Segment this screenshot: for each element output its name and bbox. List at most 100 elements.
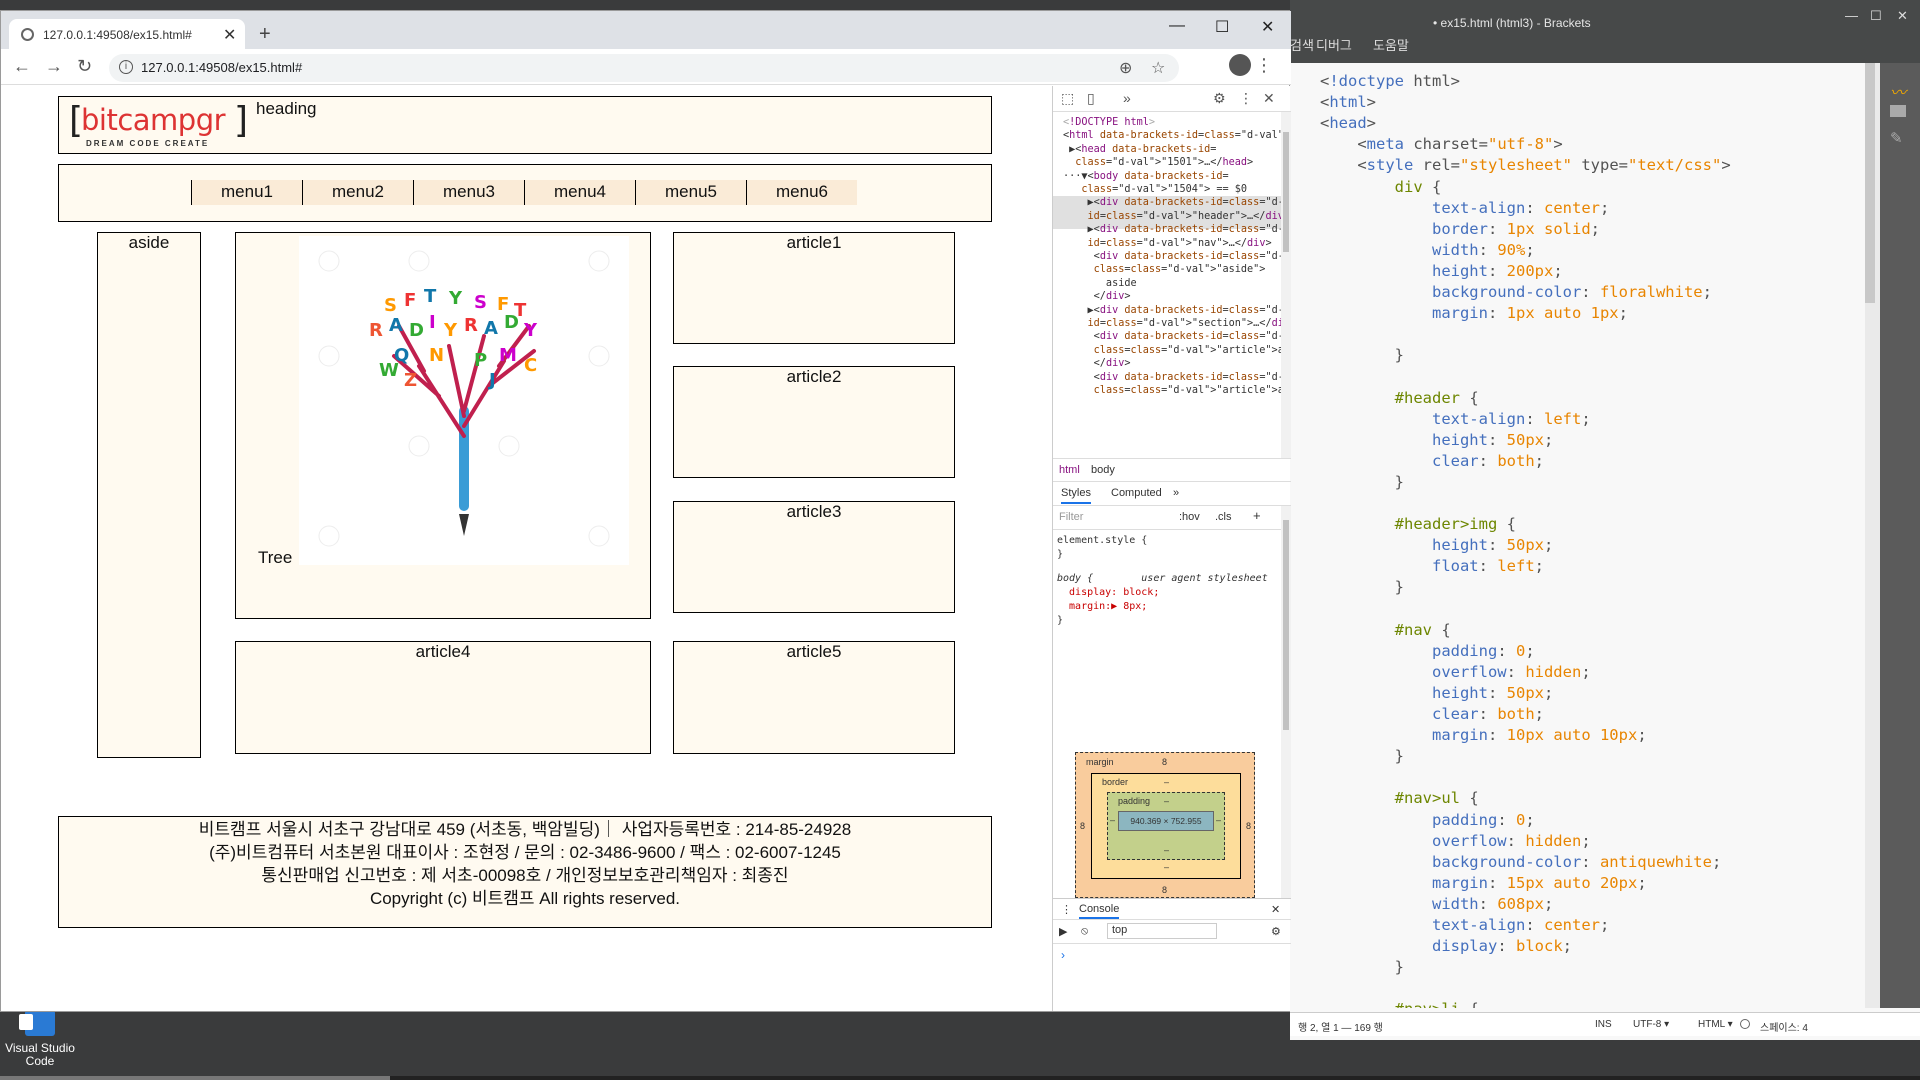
- brackets-statusbar: 행 2, 열 1 — 169 행 INS UTF-8 ▾ HTML ▾ 스페이스…: [1290, 1012, 1920, 1036]
- code-line: #nav>li {: [1320, 999, 1479, 1008]
- sidebar-toggle-icon[interactable]: ▶: [1059, 925, 1067, 938]
- drawer-menu-icon[interactable]: ⋮: [1061, 903, 1072, 916]
- article-2: article2: [673, 366, 955, 478]
- context-select[interactable]: top: [1107, 923, 1217, 939]
- code-line: padding: 0;: [1431, 810, 1535, 829]
- back-button[interactable]: ←: [13, 56, 31, 77]
- code-line: #header>img {: [1394, 515, 1516, 534]
- tab-strip: 127.0.0.1:49508/ex15.html# ✕ + — ☐ ✕: [1, 11, 1291, 49]
- menu-item-1[interactable]: menu1: [191, 180, 302, 205]
- inspect-icon[interactable]: ⬚: [1061, 90, 1074, 107]
- minimize-icon[interactable]: —: [1845, 8, 1858, 23]
- code-line: text-align: left;: [1431, 409, 1591, 428]
- new-tab-button[interactable]: +: [259, 23, 271, 46]
- code-line: background-color: floralwhite;: [1431, 283, 1712, 301]
- linter-icon[interactable]: [1740, 1019, 1750, 1029]
- dom-node-line[interactable]: class=class="d-val">"article">article2: [1063, 383, 1281, 400]
- console-prompt[interactable]: ›: [1061, 948, 1065, 962]
- url-text: 127.0.0.1:49508/ex15.html#: [141, 60, 303, 75]
- svg-text:S: S: [384, 295, 397, 316]
- svg-text:I: I: [429, 312, 436, 333]
- forward-button[interactable]: →: [45, 56, 63, 77]
- devtools-menu-icon[interactable]: ⋮: [1239, 90, 1253, 107]
- maximize-button[interactable]: ☐: [1215, 17, 1229, 37]
- page-viewport: [ bitcampgr ] DREAM CODE CREATE heading …: [1, 86, 1051, 1011]
- elements-scrollbar[interactable]: [1281, 112, 1291, 458]
- menu-item-3[interactable]: menu3: [413, 180, 524, 205]
- vscode-desktop-icon[interactable]: Visual Studio Code: [0, 1010, 80, 1068]
- console-tab[interactable]: Console: [1079, 903, 1120, 919]
- svg-text:Z: Z: [404, 370, 417, 391]
- tab-computed[interactable]: Computed: [1111, 487, 1162, 499]
- menu-item-6[interactable]: menu6: [746, 180, 857, 205]
- devtools-close-icon[interactable]: ✕: [1263, 90, 1275, 107]
- menu-item-2[interactable]: menu2: [302, 180, 413, 205]
- bitcamp-logo: [ bitcampgr ] DREAM CODE CREATE: [69, 100, 249, 149]
- chrome-menu-icon[interactable]: ⋮: [1255, 55, 1273, 76]
- filter-input[interactable]: Filter: [1059, 511, 1083, 523]
- bookmark-star-icon[interactable]: ☆: [1151, 58, 1165, 78]
- code-line: height: 50px;: [1431, 536, 1554, 555]
- brackets-title: • ex15.html (html3) - Brackets: [1433, 16, 1591, 30]
- menu-search[interactable]: 검색: [1290, 35, 1314, 54]
- menu-debug[interactable]: 디버그: [1316, 35, 1352, 54]
- reload-button[interactable]: ↻: [77, 56, 92, 77]
- cls-button[interactable]: .cls: [1215, 511, 1232, 523]
- article-3-label: article3: [786, 502, 842, 521]
- settings-gear-icon[interactable]: ⚙: [1213, 90, 1226, 107]
- more-panels-icon[interactable]: »: [1123, 90, 1131, 106]
- language-select[interactable]: HTML ▾: [1698, 1019, 1733, 1030]
- live-preview-icon[interactable]: 〰: [1890, 79, 1908, 102]
- code-editor[interactable]: <!doctype html> <html> <head> <meta charse…: [1290, 63, 1865, 1008]
- extension-manager-icon[interactable]: [1890, 105, 1906, 117]
- styles-scrollbar[interactable]: [1281, 506, 1291, 898]
- code-line: margin: 10px auto 10px;: [1431, 726, 1647, 745]
- code-line: }: [1320, 346, 1404, 365]
- address-bar[interactable]: i 127.0.0.1:49508/ex15.html# ⊕ ☆: [109, 54, 1179, 82]
- code-line: width: 90%;: [1431, 240, 1535, 259]
- styles-tabs: Styles Computed »: [1053, 482, 1291, 506]
- device-toggle-icon[interactable]: ▯: [1087, 90, 1095, 107]
- tab-more[interactable]: »: [1173, 487, 1179, 499]
- clear-console-icon[interactable]: ⦸: [1081, 925, 1088, 938]
- console-settings-icon[interactable]: ⚙: [1271, 925, 1281, 938]
- close-icon[interactable]: ✕: [1897, 8, 1908, 24]
- menu-item-4[interactable]: menu4: [524, 180, 635, 205]
- svg-text:A: A: [484, 318, 498, 339]
- code-line: width: 608px;: [1431, 894, 1554, 913]
- maximize-icon[interactable]: ☐: [1870, 8, 1882, 24]
- code-line: <!doctype html>: [1320, 72, 1460, 90]
- code-line: text-align: center;: [1431, 198, 1610, 217]
- menu-item-5[interactable]: menu5: [635, 180, 746, 205]
- crumb-html[interactable]: html: [1059, 464, 1080, 476]
- browser-tab[interactable]: 127.0.0.1:49508/ex15.html# ✕: [9, 19, 245, 49]
- code-line: display: block;: [1431, 937, 1572, 956]
- encoding-select[interactable]: UTF-8 ▾: [1633, 1019, 1669, 1030]
- styles-pane[interactable]: element.style {} body { user agent styles…: [1053, 530, 1281, 770]
- close-button[interactable]: ✕: [1261, 17, 1274, 37]
- drawer-close-icon[interactable]: ✕: [1271, 903, 1280, 916]
- brackets-menubar: 검색 디버그 도움말: [1290, 33, 1920, 63]
- aside-box: aside: [97, 232, 201, 758]
- tab-close-icon[interactable]: ✕: [223, 25, 236, 45]
- hov-button[interactable]: :hov: [1179, 511, 1200, 523]
- ins-mode[interactable]: INS: [1595, 1019, 1612, 1030]
- svg-text:N: N: [429, 345, 444, 366]
- elements-tree[interactable]: <!DOCTYPE html> <html data-brackets-id=cl…: [1053, 112, 1281, 458]
- profile-avatar-icon[interactable]: [1229, 54, 1251, 76]
- indent-setting[interactable]: 스페이스: 4: [1760, 1019, 1808, 1034]
- tools-icon[interactable]: ✎: [1890, 129, 1908, 147]
- minimize-button[interactable]: —: [1169, 17, 1185, 35]
- brackets-toolbar: 〰 ✎: [1880, 63, 1920, 1008]
- devtools-panel: ⬚ ▯ » ⚙ ⋮ ✕ <!DOCTYPE html> <html data-br…: [1052, 86, 1291, 1011]
- menu-help[interactable]: 도움말: [1373, 35, 1409, 54]
- svg-text:T: T: [514, 300, 527, 321]
- code-line: }: [1320, 958, 1404, 977]
- info-icon[interactable]: i: [119, 60, 133, 74]
- editor-scrollbar[interactable]: [1865, 63, 1875, 303]
- tab-styles[interactable]: Styles: [1061, 487, 1091, 504]
- page-footer: 비트캠프 서울시 서초구 강남대로 459 (서초동, 백암빌딩)｜ 사업자등록…: [58, 816, 992, 928]
- add-rule-button[interactable]: +: [1253, 508, 1261, 523]
- zoom-icon[interactable]: ⊕: [1119, 58, 1132, 78]
- crumb-body[interactable]: body: [1091, 464, 1115, 476]
